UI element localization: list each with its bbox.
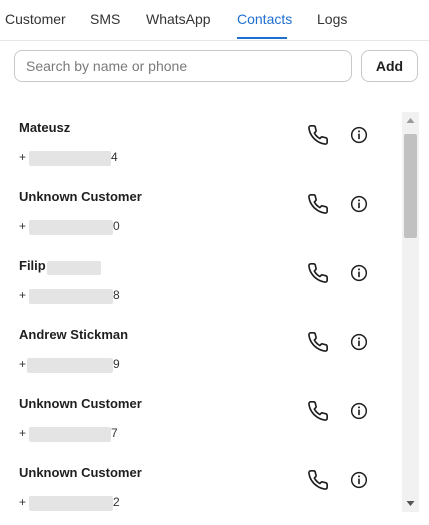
phone-prefix: + (19, 150, 27, 164)
tab-sms[interactable]: SMS (90, 11, 120, 27)
contact-list: Mateusz + 4 Unknown Customer + 0 Filip +… (0, 112, 400, 524)
contact-row: Filip + 8 (0, 250, 400, 319)
contact-name: Unknown Customer (19, 465, 142, 480)
call-button[interactable] (307, 124, 329, 146)
phone-icon (308, 194, 328, 214)
redaction-box (27, 358, 113, 373)
info-button[interactable] (348, 400, 370, 422)
contact-name: Andrew Stickman (19, 327, 129, 342)
info-button[interactable] (348, 469, 370, 491)
call-button[interactable] (307, 400, 329, 422)
contact-phone: + 8 (19, 288, 139, 304)
add-contact-button[interactable]: Add (361, 50, 418, 82)
info-button[interactable] (348, 331, 370, 353)
redaction-box (47, 261, 101, 275)
scroll-thumb[interactable] (404, 134, 417, 238)
search-input[interactable] (14, 50, 352, 82)
info-button[interactable] (348, 124, 370, 146)
phone-suffix: 0 (113, 219, 120, 233)
tab-logs[interactable]: Logs (317, 11, 347, 27)
contact-phone: + 0 (19, 219, 139, 235)
redaction-box (29, 289, 113, 304)
redaction-box (29, 220, 113, 235)
contact-name: Mateusz (19, 120, 71, 135)
contact-phone: + 9 (19, 357, 139, 373)
redaction-box (29, 151, 111, 166)
info-icon (350, 264, 368, 282)
phone-icon (308, 401, 328, 421)
phone-prefix: + (19, 357, 27, 371)
phone-prefix: + (19, 495, 27, 509)
contact-phone: + 7 (19, 426, 139, 442)
tab-customer[interactable]: Customer (5, 11, 66, 27)
contact-name: Unknown Customer (19, 396, 142, 411)
call-button[interactable] (307, 331, 329, 353)
phone-icon (308, 125, 328, 145)
redaction-box (29, 496, 113, 511)
call-button[interactable] (307, 262, 329, 284)
contact-name: Unknown Customer (19, 189, 142, 204)
contact-row: Unknown Customer + 2 (0, 457, 400, 524)
phone-suffix: 2 (113, 495, 120, 509)
info-button[interactable] (348, 262, 370, 284)
contact-phone: + 4 (19, 150, 139, 166)
call-button[interactable] (307, 193, 329, 215)
info-icon (350, 195, 368, 213)
contact-phone: + 2 (19, 495, 139, 511)
phone-prefix: + (19, 426, 27, 440)
phone-icon (308, 470, 328, 490)
phone-suffix: 4 (111, 150, 118, 164)
redaction-box (29, 427, 111, 442)
phone-suffix: 7 (111, 426, 118, 440)
scroll-down-button[interactable] (402, 495, 419, 512)
triangle-down-icon (406, 501, 415, 506)
phone-icon (308, 263, 328, 283)
scroll-up-button[interactable] (402, 112, 419, 129)
tab-contacts[interactable]: Contacts (237, 11, 292, 27)
triangle-up-icon (406, 118, 415, 123)
info-button[interactable] (348, 193, 370, 215)
active-tab-indicator (237, 37, 287, 39)
contact-row: Andrew Stickman + 9 (0, 319, 400, 388)
tab-whatsapp[interactable]: WhatsApp (146, 11, 211, 27)
contact-row: Unknown Customer + 0 (0, 181, 400, 250)
call-button[interactable] (307, 469, 329, 491)
phone-prefix: + (19, 219, 27, 233)
contact-row: Mateusz + 4 (0, 112, 400, 181)
scrollbar[interactable] (402, 112, 419, 512)
contact-row: Unknown Customer + 7 (0, 388, 400, 457)
info-icon (350, 402, 368, 420)
contact-name: Filip (19, 258, 46, 273)
info-icon (350, 333, 368, 351)
phone-prefix: + (19, 288, 27, 302)
phone-suffix: 8 (113, 288, 120, 302)
info-icon (350, 471, 368, 489)
info-icon (350, 126, 368, 144)
phone-icon (308, 332, 328, 352)
tab-bar: Customer SMS WhatsApp Contacts Logs (0, 0, 429, 41)
phone-suffix: 9 (113, 357, 120, 371)
